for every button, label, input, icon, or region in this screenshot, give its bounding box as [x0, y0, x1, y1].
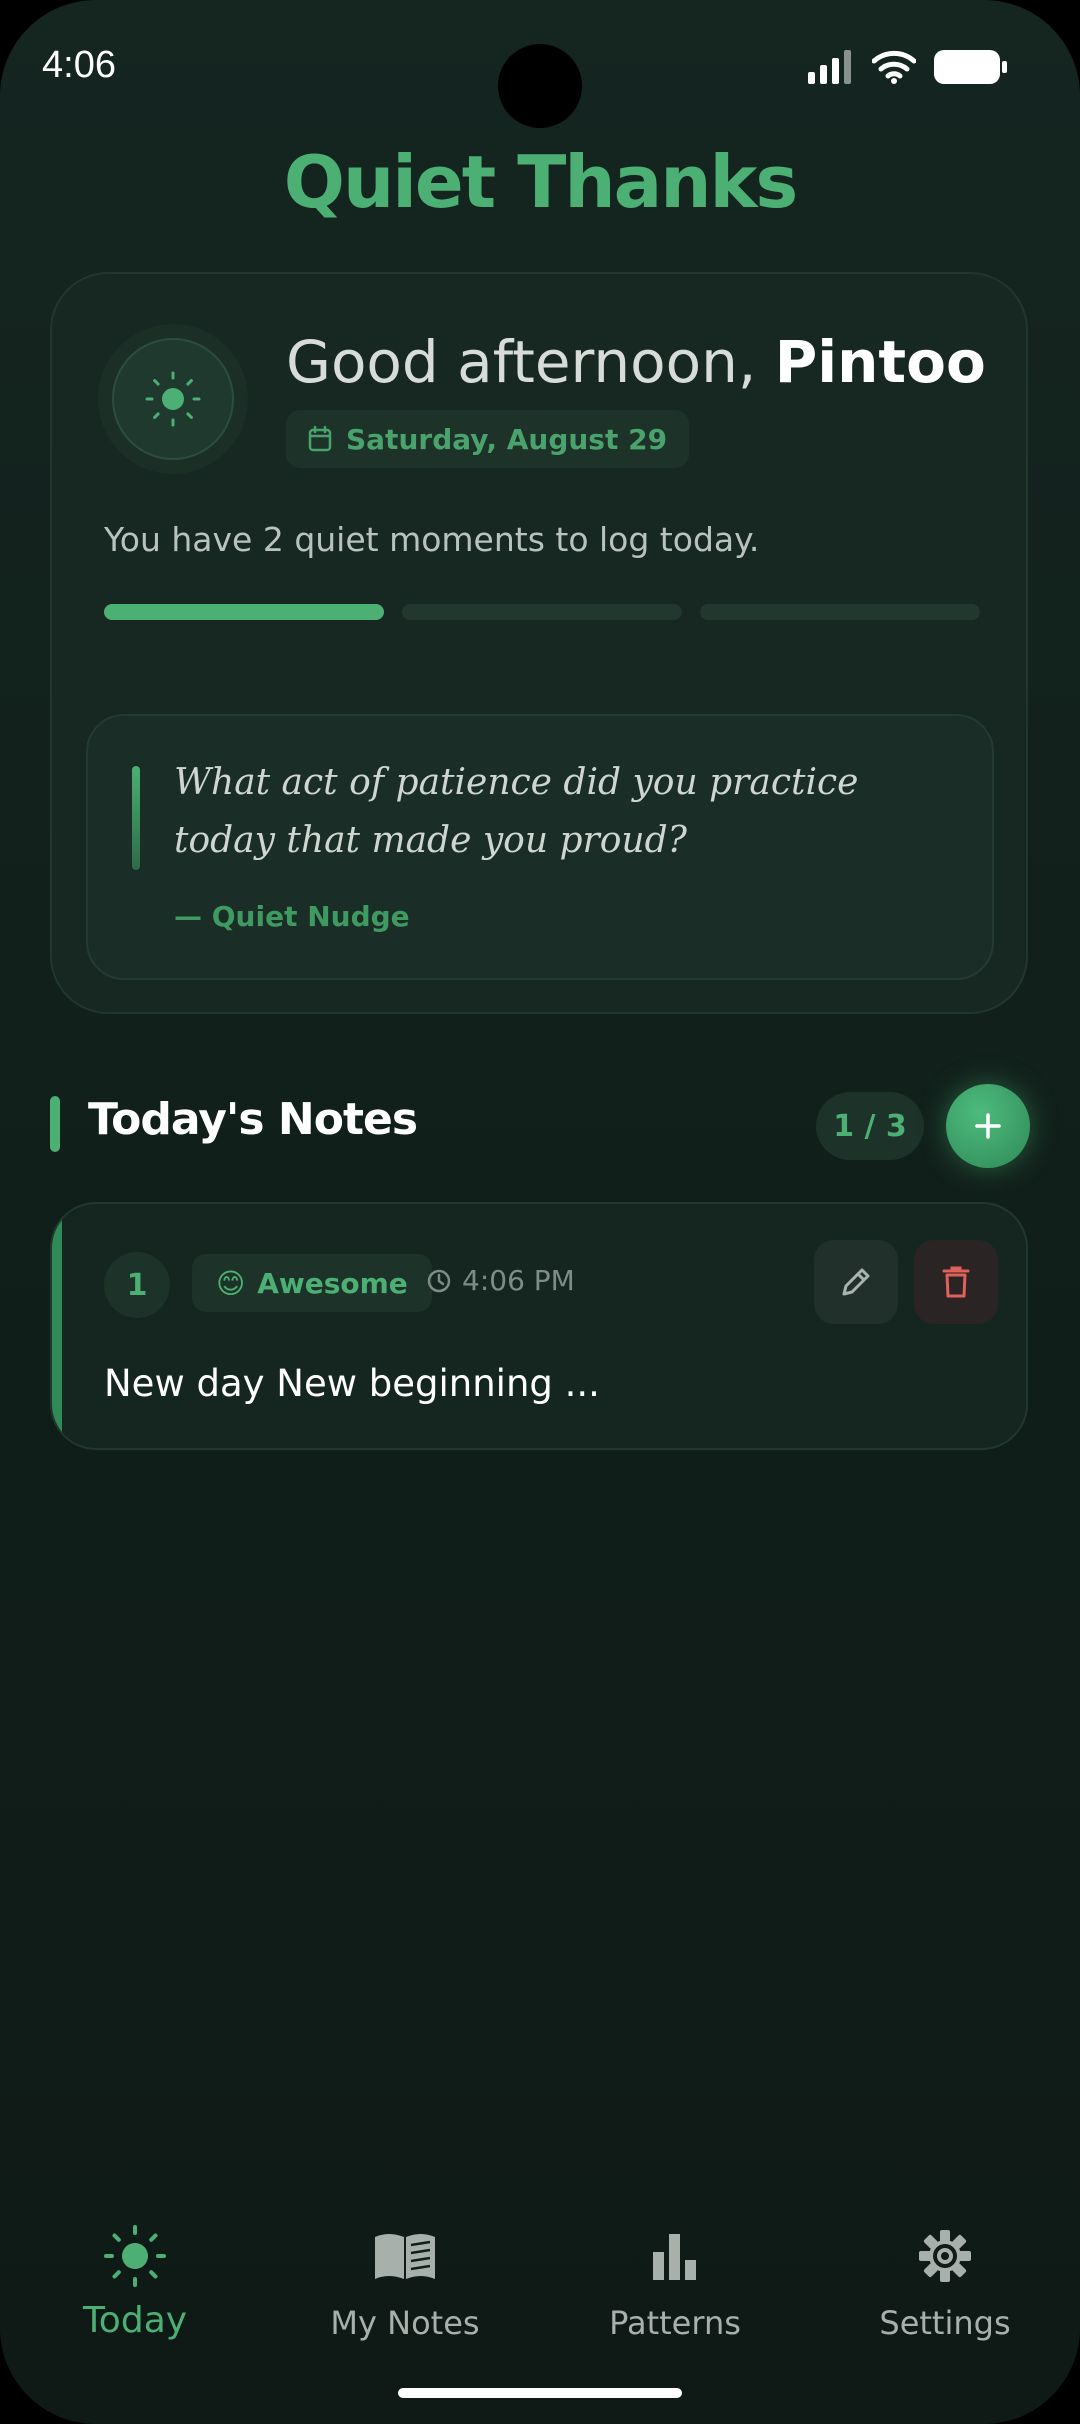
edit-note-button[interactable]	[814, 1240, 898, 1324]
date-chip: Saturday, August 29	[286, 410, 690, 468]
wifi-icon	[872, 50, 916, 84]
pencil-icon	[842, 1268, 870, 1296]
progress-segment-1	[104, 604, 384, 620]
add-note-button[interactable]	[946, 1084, 1030, 1168]
note-accent-bar	[52, 1204, 62, 1448]
plus-icon	[975, 1113, 1001, 1139]
mood-chip: 😊 Awesome	[192, 1254, 432, 1312]
bar-chart-icon	[653, 2234, 696, 2280]
trash-icon	[942, 1266, 970, 1298]
nav-label-settings: Settings	[879, 2304, 1011, 2342]
sun-icon	[104, 2225, 166, 2287]
book-icon	[375, 2234, 435, 2279]
battery-icon	[934, 50, 1007, 84]
home-indicator[interactable]	[398, 2388, 682, 2398]
calendar-icon	[308, 426, 332, 452]
mood-emoji-icon: 😊	[216, 1266, 246, 1300]
moments-remaining-text: You have 2 quiet moments to log today.	[104, 520, 760, 559]
progress-segment-3	[700, 604, 980, 620]
greeting-heading: Good afternoon, Pintoo	[286, 328, 986, 396]
note-card[interactable]: 1 😊 Awesome 4:06 PM New day New beginnin…	[50, 1202, 1028, 1450]
gear-icon	[919, 2230, 971, 2282]
section-accent-bar	[50, 1096, 60, 1152]
date-label: Saturday, August 29	[346, 422, 668, 456]
section-title: Today's Notes	[88, 1094, 418, 1145]
note-text: New day New beginning ...	[104, 1362, 600, 1405]
app-screen: 4:06 Quiet Thanks Good afternoon, Pintoo…	[0, 0, 1080, 2424]
status-icons	[808, 50, 1008, 84]
quote-accent-bar	[132, 766, 140, 870]
progress-segment-2	[402, 604, 682, 620]
notes-count-badge: 1 / 3	[816, 1092, 924, 1160]
nav-item-settings[interactable]: Settings	[810, 2220, 1080, 2350]
camera-cutout	[498, 44, 582, 128]
nav-label-patterns: Patterns	[609, 2304, 741, 2342]
note-time-label: 4:06 PM	[462, 1264, 575, 1297]
nudge-source: — Quiet Nudge	[174, 900, 410, 933]
sun-icon	[145, 371, 201, 427]
signal-icon	[808, 50, 851, 84]
sun-badge	[98, 324, 248, 474]
nav-label-today: Today	[82, 2300, 188, 2341]
delete-note-button[interactable]	[914, 1240, 998, 1324]
note-time: 4:06 PM	[426, 1264, 575, 1297]
bottom-nav: Today My Notes Patterns Settings	[0, 2220, 1080, 2350]
nav-item-my-notes[interactable]: My Notes	[270, 2220, 540, 2350]
greeting-salutation: Good afternoon,	[286, 328, 775, 396]
app-title: Quiet Thanks	[283, 140, 798, 224]
greeting-card: Good afternoon, Pintoo Saturday, August …	[50, 272, 1028, 1014]
nav-item-today[interactable]: Today	[0, 2220, 270, 2350]
nudge-prompt: What act of patience did you practice to…	[174, 762, 859, 861]
clock-icon	[427, 1269, 451, 1292]
user-name: Pintoo	[774, 328, 986, 396]
nav-label-my-notes: My Notes	[330, 2304, 480, 2342]
nav-item-patterns[interactable]: Patterns	[540, 2220, 810, 2350]
daily-progress	[104, 604, 980, 620]
status-time: 4:06	[42, 44, 116, 86]
mood-label: Awesome	[257, 1266, 408, 1300]
note-number: 1	[104, 1252, 170, 1318]
nudge-card: What act of patience did you practice to…	[86, 714, 994, 980]
